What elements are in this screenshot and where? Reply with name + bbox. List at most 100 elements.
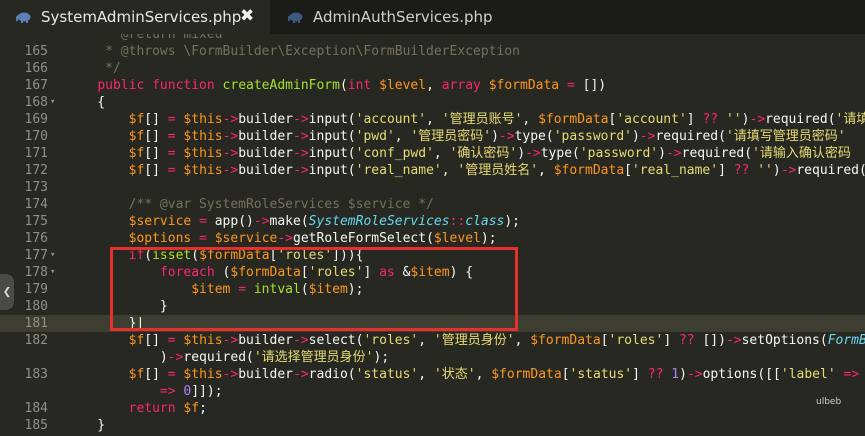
code-text: $f[] = $this->builder->input('account', … [66, 111, 865, 128]
code-token: '请输入确认密码 [752, 146, 851, 161]
code-token: -> [293, 333, 309, 348]
code-token: ) [658, 146, 666, 161]
code-line[interactable]: 185 } [0, 417, 865, 434]
code-token: isset [152, 248, 192, 263]
code-editor[interactable]: * @return mixed 165 * @throws \FormBuilde… [0, 34, 865, 436]
code-token: ) [679, 367, 687, 382]
code-token: $formData [230, 265, 301, 280]
code-token: builder [238, 367, 294, 382]
code-line[interactable]: 179 $item = intval($item); [0, 281, 865, 298]
code-text: * @return mixed [66, 34, 222, 43]
code-token: -> [222, 146, 239, 161]
code-token: -> [253, 214, 270, 229]
tab-admin-auth-services[interactable]: AdminAuthServices.php [272, 0, 512, 34]
code-token: -> [277, 231, 294, 246]
line-number: 172 [24, 163, 48, 178]
code-line[interactable]: 181 }| [0, 315, 865, 332]
code-token: $formData [530, 333, 601, 348]
code-text: }| [66, 315, 145, 332]
chevron-left-icon: ❮ [2, 284, 12, 300]
code-line[interactable]: 177 ▾ if(isset($formData['roles'])){ [0, 247, 865, 264]
code-line[interactable]: 169 $f[] = $this->builder->input('accoun… [0, 111, 865, 128]
fold-arrow-icon[interactable]: ▾ [50, 247, 55, 264]
code-token: ?? [647, 367, 664, 382]
code-text: $f[] = $this->builder->input('pwd', '管理员… [66, 128, 846, 145]
code-token: 'roles' [608, 333, 664, 348]
line-number: 169 [24, 112, 48, 127]
code-token: $this [183, 112, 223, 127]
code-token: , [418, 333, 434, 348]
code-token: = [199, 214, 207, 229]
code-token: required( [183, 350, 254, 365]
code-token: -> [222, 163, 239, 178]
code-line[interactable]: 173 [0, 179, 865, 196]
tab-label: AdminAuthServices.php [313, 8, 493, 26]
code-line[interactable]: 176 $options = $service->getRoleFormSele… [0, 230, 865, 247]
code-token: , [394, 129, 411, 144]
code-token: 'password' [579, 146, 659, 161]
code-token: required( [681, 146, 753, 161]
close-icon[interactable]: ✖ [240, 6, 254, 26]
line-number: 168 [24, 95, 48, 110]
fold-arrow-icon[interactable]: ▾ [50, 264, 55, 281]
code-line[interactable]: 182 $f[] = $this->builder->select('roles… [0, 332, 865, 349]
code-token: = [167, 367, 176, 382]
code-token: 'roles' [277, 248, 333, 263]
code-token: ] [632, 367, 648, 382]
code-line[interactable]: 165 * @throws \FormBuilder\Exception\For… [0, 43, 865, 60]
code-token: { [66, 95, 106, 110]
code-line[interactable]: 170 $f[] = $this->builder->input('pwd', … [0, 128, 865, 145]
code-line[interactable]: 180 } [0, 298, 865, 315]
code-line[interactable]: * @return mixed [0, 34, 865, 43]
code-line[interactable]: 183 $f[] = $this->builder->radio('status… [0, 366, 865, 383]
code-token: '确认密码' [449, 146, 518, 161]
code-text: $f[] = $this->builder->input('conf_pwd',… [66, 145, 851, 162]
code-line[interactable]: => 0]]); [0, 383, 865, 400]
code-line[interactable]: 166 */ [0, 60, 865, 77]
code-text: $options = $service->getRoleFormSelect($… [66, 230, 497, 247]
tab-bar: SystemAdminServices.php ✖ AdminAuthServi… [0, 0, 865, 34]
code-token: } [66, 418, 106, 433]
code-token: ); [504, 214, 521, 229]
collapse-sidebar-handle[interactable]: ❮ [0, 274, 14, 310]
code-line[interactable]: 178 ▾ foreach ($formData['roles'] as &$it… [0, 264, 865, 281]
code-token: -> [780, 163, 797, 178]
code-token: -> [222, 367, 239, 382]
code-token: $item [410, 265, 450, 280]
code-token: required( [765, 112, 836, 127]
code-token: = [238, 282, 247, 297]
code-token: setOptions( [741, 333, 828, 348]
code-token: ); [347, 282, 364, 297]
code-line[interactable]: 171 $f[] = $this->builder->input('conf_p… [0, 145, 865, 162]
code-token: 'password' [553, 129, 632, 144]
tab-system-admin-services[interactable]: SystemAdminServices.php ✖ [0, 0, 270, 34]
code-token: 'conf_pwd' [355, 146, 434, 161]
code-line[interactable]: 175 $service = app()->make(SystemRoleSer… [0, 213, 865, 230]
code-text: $service = app()->make(SystemRoleService… [66, 213, 520, 230]
code-token: ]]); [191, 384, 223, 399]
code-line[interactable]: 184 return $f; [0, 400, 865, 417]
code-token: ) [491, 129, 499, 144]
code-token: , [514, 333, 531, 348]
code-token: -> [167, 350, 184, 365]
code-token: [] [144, 146, 168, 161]
code-token: builder [238, 333, 294, 348]
code-token: = [167, 163, 176, 178]
code-line[interactable]: 172 $f[] = $this->builder->input('real_n… [0, 162, 865, 179]
code-line[interactable]: 167 public function createAdminForm(int … [0, 77, 865, 94]
fold-arrow-icon[interactable]: ▾ [50, 94, 55, 111]
code-line[interactable]: 174 /** @var SystemRoleServices $service… [0, 196, 865, 213]
code-line[interactable]: )->required('请选择管理员身份'); [0, 349, 865, 366]
code-token: & [394, 265, 411, 280]
code-token: '管理员姓名' [457, 163, 539, 178]
php-elephant-icon [288, 12, 303, 23]
code-line[interactable]: 168 ▾ { [0, 94, 865, 111]
tab-label: SystemAdminServices.php [41, 8, 242, 26]
